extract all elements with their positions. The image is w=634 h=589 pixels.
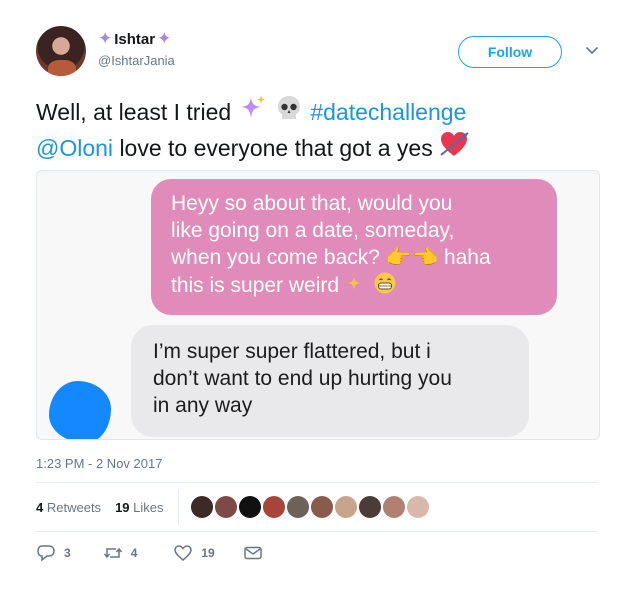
liker-avatar[interactable] [286, 496, 309, 518]
sparkles-icon [346, 276, 361, 290]
outgoing-message-line-4: this is super weird [171, 271, 537, 299]
hashtag-link[interactable]: #datechallenge [310, 99, 466, 125]
retweets-label: Retweets [46, 499, 102, 515]
sparkles-icon [240, 95, 265, 118]
likes-label: Likes [133, 499, 164, 515]
follow-button[interactable]: Follow [458, 36, 562, 68]
liker-avatar[interactable] [310, 496, 333, 518]
tweet-timestamp[interactable]: 1:23 PM - 2 Nov 2017 [36, 456, 162, 471]
pointing-hands-icon: 👉👈 [385, 246, 439, 269]
retweet-icon[interactable] [103, 543, 123, 563]
retweet-count: 4 [130, 546, 138, 560]
likes-stat[interactable]: 19 Likes [115, 500, 163, 515]
liker-avatar[interactable] [334, 496, 357, 518]
liker-avatar[interactable] [214, 496, 237, 518]
message-action[interactable] [243, 543, 263, 563]
display-name[interactable]: Ishtar [114, 31, 155, 48]
like-action[interactable]: 19 [173, 543, 215, 563]
incoming-message-line: in any way [153, 394, 253, 417]
tweet-line-1-text: Well, at least I tried [36, 99, 238, 125]
chevron-down-icon[interactable] [584, 42, 600, 58]
tweet-line-1: Well, at least I tried #datechallenge [36, 93, 602, 129]
tweet-header: ✦ Ishtar ✦ @IshtarJania Follow [36, 26, 602, 78]
retweets-count: 4 [36, 499, 44, 515]
tweet-actions: 3 4 19 [36, 543, 263, 563]
reply-count: 3 [64, 546, 71, 560]
outgoing-message-bubble: Heyy so about that, would you like going… [151, 179, 557, 315]
skull-icon [277, 96, 300, 119]
redacted-avatar [49, 381, 111, 439]
envelope-icon[interactable] [243, 543, 263, 563]
likes-count: 19 [115, 499, 130, 515]
incoming-message-line: don’t want to end up hurting you [153, 367, 452, 390]
heart-icon[interactable] [173, 543, 193, 563]
liker-avatar[interactable] [238, 496, 261, 518]
liker-avatar[interactable] [262, 496, 285, 518]
outgoing-message-line: like going on a date, someday, [171, 219, 455, 242]
outgoing-message-text: this is super weird [171, 274, 345, 297]
incoming-message-bubble: I’m super super flattered, but i don’t w… [131, 325, 529, 437]
outgoing-message-line-3: when you come back? 👉👈 haha [171, 244, 537, 271]
stats-separator [177, 489, 179, 525]
outgoing-message-text: when you come back? [171, 246, 386, 269]
avatar[interactable] [36, 26, 86, 76]
divider [36, 482, 598, 483]
tweet-text: Well, at least I tried #datechallenge @O… [36, 93, 602, 165]
liker-avatar[interactable] [190, 496, 213, 518]
user-handle[interactable]: @IshtarJania [98, 53, 175, 68]
engagement-stats: 4 Retweets 19 Likes [36, 484, 598, 530]
divider [36, 531, 598, 532]
tweet-image[interactable]: Heyy so about that, would you like going… [36, 170, 600, 440]
tweet-line-2: @Oloni love to everyone that got a yes [36, 129, 602, 165]
like-count: 19 [201, 546, 215, 560]
sparkles-icon: ✦ [98, 29, 113, 49]
liker-avatar[interactable] [358, 496, 381, 518]
liker-avatar[interactable] [382, 496, 405, 518]
grimacing-face-icon [374, 272, 396, 294]
tweet-line-2-text: love to everyone that got a yes [119, 135, 440, 161]
mention-link[interactable]: @Oloni [36, 135, 113, 161]
retweets-stat[interactable]: 4 Retweets [36, 500, 101, 515]
sparkles-icon: ✦ [157, 29, 172, 49]
retweet-action[interactable]: 4 [103, 543, 138, 563]
display-name-row[interactable]: ✦ Ishtar ✦ [98, 29, 172, 49]
incoming-message-line: I’m super super flattered, but i [153, 340, 431, 363]
outgoing-message-line: Heyy so about that, would you [171, 192, 453, 215]
heart-with-arrow-icon [440, 132, 469, 156]
liker-avatars [190, 496, 429, 518]
reply-action[interactable]: 3 [36, 543, 71, 563]
reply-icon[interactable] [36, 543, 56, 563]
liker-avatar[interactable] [406, 496, 429, 518]
outgoing-message-text: haha [443, 246, 491, 269]
